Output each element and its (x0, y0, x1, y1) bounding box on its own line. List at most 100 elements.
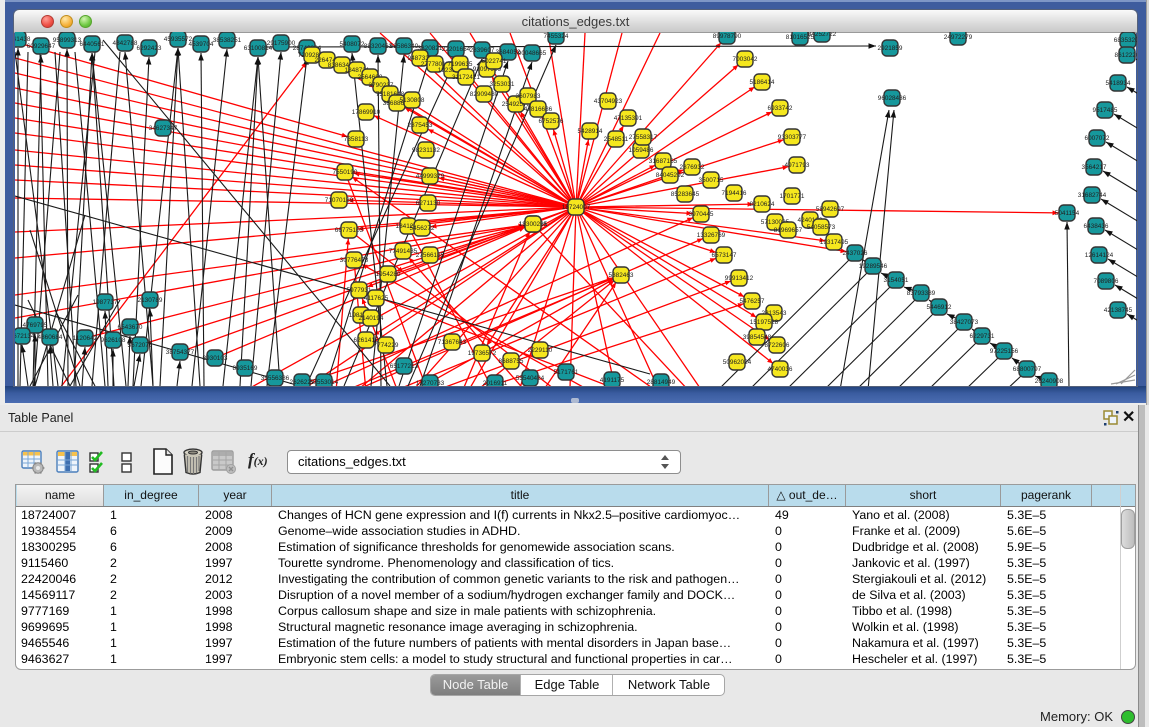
svg-text:84045292: 84045292 (656, 172, 685, 179)
svg-text:97225156: 97225156 (990, 348, 1019, 355)
svg-text:8722606: 8722606 (765, 342, 790, 349)
svg-text:7194416: 7194416 (722, 190, 747, 197)
svg-text:18724007: 18724007 (562, 204, 591, 211)
svg-text:50962024: 50962024 (723, 359, 752, 366)
svg-text:4842788: 4842788 (113, 40, 138, 47)
svg-text:6933742: 6933742 (768, 105, 793, 112)
svg-text:47816686: 47816686 (524, 106, 553, 113)
svg-text:35556386: 35556386 (261, 375, 290, 382)
svg-text:8688755: 8688755 (499, 358, 524, 365)
svg-text:27566185: 27566185 (416, 252, 445, 259)
svg-text:3970445: 3970445 (689, 211, 714, 218)
svg-text:99913412: 99913412 (725, 275, 754, 282)
svg-text:5130808: 5130808 (400, 97, 425, 104)
svg-text:3253031: 3253031 (490, 81, 515, 88)
svg-text:43704923: 43704923 (594, 98, 623, 105)
svg-text:7003042: 7003042 (733, 56, 758, 63)
svg-text:54058573: 54058573 (807, 224, 836, 231)
svg-text:42138745: 42138745 (1104, 307, 1133, 314)
svg-text:31682744: 31682744 (1078, 192, 1107, 199)
svg-text:5041154: 5041154 (1055, 210, 1080, 217)
svg-text:22201654: 22201654 (442, 46, 471, 53)
svg-text:81969657: 81969657 (774, 227, 803, 234)
svg-text:60929647: 60929647 (27, 43, 56, 50)
svg-text:2548511: 2548511 (604, 136, 629, 143)
svg-text:13326769: 13326769 (697, 232, 726, 239)
svg-text:8935169: 8935169 (233, 365, 258, 372)
svg-text:17270733: 17270733 (416, 380, 445, 386)
svg-text:38754377: 38754377 (166, 349, 195, 356)
svg-text:88320463: 88320463 (364, 43, 393, 50)
svg-text:7199635: 7199635 (448, 61, 473, 68)
svg-text:24972279: 24972279 (944, 34, 973, 41)
svg-text:7774229: 7774229 (374, 342, 399, 349)
svg-text:6440561: 6440561 (80, 41, 105, 48)
svg-text:8930103: 8930103 (203, 355, 228, 362)
svg-text:58942697: 58942697 (816, 206, 845, 213)
svg-text:5428914: 5428914 (578, 128, 603, 135)
svg-text:84252722: 84252722 (808, 32, 837, 38)
svg-text:8210624: 8210624 (750, 201, 775, 208)
svg-text:82909480: 82909480 (470, 91, 499, 98)
svg-text:6543670: 6543670 (118, 324, 143, 331)
svg-text:30776478: 30776478 (340, 257, 369, 264)
svg-text:28814949: 28814949 (647, 379, 676, 386)
svg-text:17869910: 17869910 (352, 109, 381, 116)
svg-text:29175900: 29175900 (267, 40, 296, 47)
svg-text:6271130: 6271130 (416, 200, 441, 207)
svg-text:47135391: 47135391 (614, 115, 643, 122)
svg-text:6438436: 6438436 (1084, 223, 1109, 230)
svg-text:96028436: 96028436 (878, 95, 907, 102)
svg-text:3741438: 3741438 (15, 36, 31, 43)
svg-text:7550190: 7550190 (333, 169, 358, 176)
svg-text:58586340: 58586340 (390, 43, 419, 50)
svg-text:65177213: 65177213 (390, 363, 419, 370)
svg-text:31687165: 31687165 (649, 158, 678, 165)
svg-text:2016911: 2016911 (483, 380, 508, 386)
svg-text:38538251: 38538251 (213, 37, 242, 44)
svg-text:3607983: 3607983 (516, 93, 541, 100)
svg-text:83793389: 83793389 (907, 290, 936, 297)
svg-text:2876932: 2876932 (680, 164, 705, 171)
svg-text:19317495: 19317495 (820, 239, 849, 246)
svg-text:98231132: 98231132 (412, 147, 440, 154)
svg-text:2229110: 2229110 (528, 347, 553, 354)
svg-text:4740036: 4740036 (768, 366, 793, 373)
svg-text:5171761: 5171761 (554, 369, 579, 376)
svg-text:26240908: 26240908 (1035, 378, 1064, 385)
svg-text:4191175: 4191175 (600, 377, 625, 384)
svg-text:2437026: 2437026 (843, 250, 868, 257)
svg-text:85283645: 85283645 (671, 191, 700, 198)
svg-text:6573147: 6573147 (712, 252, 737, 259)
svg-text:4971793: 4971793 (785, 162, 810, 169)
svg-text:5672073: 5672073 (128, 342, 153, 349)
svg-text:5382463: 5382463 (609, 272, 634, 279)
svg-text:8612220: 8612220 (1115, 52, 1137, 59)
svg-text:1987737: 1987737 (93, 299, 118, 306)
svg-text:2130789: 2130789 (138, 297, 163, 304)
svg-text:77491435: 77491435 (389, 248, 418, 255)
svg-text:6022741: 6022741 (482, 58, 507, 65)
svg-text:4539704: 4539704 (189, 41, 214, 48)
svg-text:9626108: 9626108 (101, 337, 126, 344)
svg-text:89978790: 89978790 (713, 33, 742, 40)
svg-text:6752576: 6752576 (539, 118, 564, 125)
svg-text:90048665: 90048665 (518, 50, 547, 57)
svg-text:19736572: 19736572 (468, 350, 497, 357)
svg-text:2921859: 2921859 (878, 45, 903, 52)
svg-text:5456272: 5456272 (410, 225, 435, 232)
svg-text:6292423: 6292423 (137, 45, 162, 52)
svg-text:5186414: 5186414 (750, 79, 775, 86)
svg-text:1701771: 1701771 (780, 193, 805, 200)
svg-text:9517485: 9517485 (1093, 107, 1118, 114)
svg-text:1059486: 1059486 (629, 147, 654, 154)
svg-text:2140194: 2140194 (359, 315, 384, 322)
svg-text:5408072: 5408072 (340, 41, 365, 48)
svg-text:27558317: 27558317 (629, 134, 658, 141)
svg-text:38427073: 38427073 (950, 319, 979, 326)
svg-text:68800797: 68800797 (1013, 366, 1042, 373)
svg-text:3500715: 3500715 (699, 177, 724, 184)
svg-text:1120642: 1120642 (73, 335, 98, 342)
svg-text:3564217: 3564217 (1082, 164, 1107, 171)
svg-text:6229731: 6229731 (970, 333, 995, 340)
